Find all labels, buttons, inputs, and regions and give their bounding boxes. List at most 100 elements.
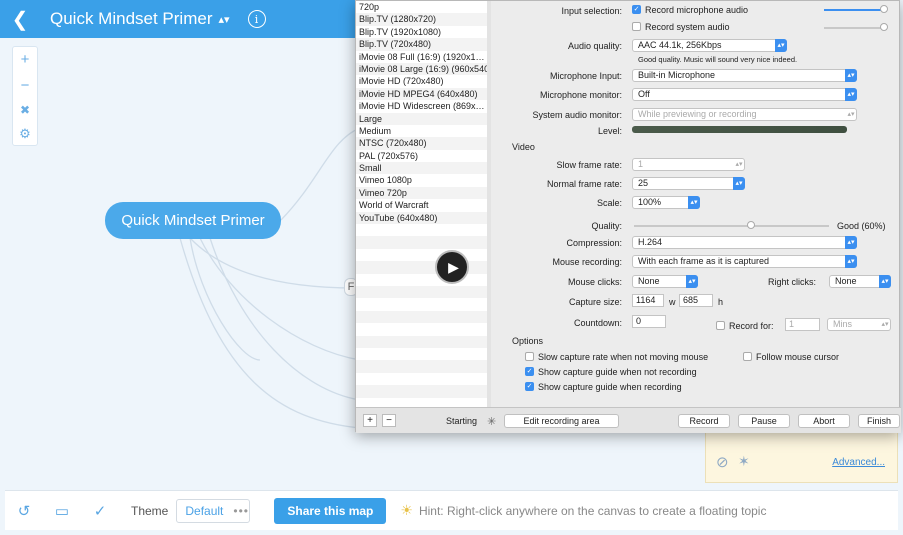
preset-item[interactable]: YouTube (640x480) (356, 211, 490, 225)
slow-frame-rate-select[interactable]: 1 ▴▾ (632, 158, 745, 171)
level-label: Level: (597, 126, 622, 136)
preset-item[interactable]: NTSC (720x480) (356, 137, 490, 150)
gear-icon[interactable]: ⚙ (19, 127, 31, 140)
presentation-icon[interactable]: ▭ (43, 502, 81, 520)
preset-item[interactable]: iMovie 08 Large (16:9) (960x540) (356, 62, 490, 76)
zoom-in-icon[interactable]: + (21, 52, 30, 67)
remove-preset-button[interactable]: − (382, 414, 396, 427)
audio-quality-select[interactable]: AAC 44.1k, 256Kbps ▴▾ (632, 39, 787, 52)
preset-item[interactable]: PAL (720x576) (356, 150, 490, 162)
theme-select[interactable]: Default ••• (176, 498, 251, 523)
screen-recorder-window: 720p Blip.TV (1280x720) Blip.TV (1920x1080… (355, 0, 901, 433)
follow-cursor-label: Follow mouse cursor (756, 352, 840, 362)
preset-item[interactable]: Vimeo 1080p (356, 174, 490, 186)
preset-list[interactable]: 720p Blip.TV (1280x720) Blip.TV (1920x1080… (356, 1, 491, 407)
preset-item[interactable]: Blip.TV (720x480) (356, 38, 490, 51)
preset-item[interactable]: iMovie HD MPEG4 (640x480) (356, 87, 490, 101)
countdown-field[interactable]: 0 (632, 315, 666, 328)
abort-button[interactable]: Abort (798, 414, 850, 428)
quality-slider[interactable] (634, 225, 829, 227)
record-mic-checkbox[interactable]: ✓ (632, 5, 641, 14)
preset-empty-row (356, 261, 490, 274)
preset-empty-row (356, 323, 490, 335)
zoom-out-icon[interactable]: − (21, 78, 30, 93)
record-for-unit-select[interactable]: Mins ▴▾ (827, 318, 891, 331)
mouse-clicks-select[interactable]: None ▴▾ (632, 275, 698, 288)
preset-empty-row (356, 310, 490, 324)
normal-frame-rate-select[interactable]: 25 ▴▾ (632, 177, 745, 190)
hint-text: Hint: Right-click anywhere on the canvas… (418, 503, 767, 518)
preset-empty-row (356, 274, 490, 286)
right-clicks-select[interactable]: None ▴▾ (829, 275, 891, 288)
theme-value: Default (185, 503, 224, 518)
share-button[interactable]: Share this map (274, 497, 387, 524)
map-title[interactable]: Quick Mindset Primer (50, 9, 212, 29)
audio-quality-label: Audio quality: (567, 41, 622, 51)
normal-frame-rate-label: Normal frame rate: (546, 179, 622, 189)
mouse-recording-select[interactable]: With each frame as it is captured ▴▾ (632, 255, 857, 268)
info-icon[interactable]: i (247, 10, 266, 28)
guide-recording-checkbox[interactable]: ✓ (525, 382, 534, 391)
quality-knob[interactable] (747, 221, 755, 229)
mic-volume-slider[interactable] (824, 9, 884, 11)
compression-select[interactable]: H.264 ▴▾ (632, 236, 857, 249)
capture-width-field[interactable]: 1164 (632, 294, 664, 307)
preset-item[interactable]: World of Warcraft (356, 199, 490, 211)
slow-capture-label: Slow capture rate when not moving mouse (538, 352, 709, 362)
preset-empty-row (356, 335, 490, 348)
quality-value: Good (60%) (837, 221, 886, 231)
add-preset-button[interactable]: + (363, 414, 377, 427)
record-system-label: Record system audio (645, 22, 730, 32)
mic-volume-knob[interactable] (880, 5, 888, 13)
preset-item[interactable]: iMovie 08 Full (16:9) (1920x1… (356, 51, 490, 63)
record-for-checkbox[interactable] (716, 321, 725, 330)
more-icon: ••• (233, 503, 249, 518)
slow-capture-checkbox[interactable] (525, 352, 534, 361)
magic-wand-icon[interactable]: ✶ (738, 453, 750, 470)
central-topic-node[interactable]: Quick Mindset Primer (105, 202, 281, 239)
preset-item[interactable]: Blip.TV (1280x720) (356, 13, 490, 26)
history-icon[interactable]: ↺ (5, 502, 43, 520)
edit-recording-area-button[interactable]: Edit recording area (504, 414, 619, 428)
preset-item[interactable]: Large (356, 112, 490, 125)
preset-empty-row (356, 360, 490, 373)
mic-input-select[interactable]: Built-in Microphone ▴▾ (632, 69, 857, 82)
system-volume-slider[interactable] (824, 27, 884, 29)
record-system-checkbox[interactable] (632, 22, 641, 31)
preset-empty-row (356, 224, 490, 236)
chevron-left-icon[interactable]: ❮ (0, 7, 40, 32)
preset-empty-row (356, 385, 490, 398)
preset-item[interactable]: Blip.TV (1920x1080) (356, 26, 490, 38)
quality-label: Quality: (591, 221, 622, 231)
system-monitor-select[interactable]: While previewing or recording ▴▾ (632, 108, 857, 121)
mic-monitor-select[interactable]: Off ▴▾ (632, 88, 857, 101)
list-scrollbar[interactable] (487, 1, 491, 407)
chevron-updown-icon[interactable]: ▴▾ (218, 13, 229, 26)
slow-frame-rate-label: Slow frame rate: (556, 160, 622, 170)
fit-map-icon[interactable]: ✖ (20, 104, 30, 116)
pause-button[interactable]: Pause (738, 414, 790, 428)
capture-size-label: Capture size: (568, 297, 622, 307)
follow-cursor-checkbox[interactable] (743, 352, 752, 361)
preset-item[interactable]: Vimeo 720p (356, 186, 490, 200)
video-section-heading: Video (512, 142, 535, 152)
preset-item[interactable]: 720p (356, 1, 490, 13)
capture-height-field[interactable]: 685 (679, 294, 713, 307)
system-volume-knob[interactable] (880, 23, 888, 31)
preset-item[interactable]: Small (356, 162, 490, 175)
checkmark-icon[interactable]: ✓ (81, 502, 119, 520)
guide-not-recording-checkbox[interactable]: ✓ (525, 367, 534, 376)
record-for-label: Record for: (729, 321, 774, 331)
countdown-label: Countdown: (573, 318, 622, 328)
no-style-icon[interactable]: ⊘ (716, 453, 729, 471)
preset-item[interactable]: iMovie HD (720x480) (356, 75, 490, 87)
record-for-field[interactable]: 1 (785, 318, 820, 331)
finish-button[interactable]: Finish (858, 414, 900, 428)
scale-select[interactable]: 100% ▴▾ (632, 196, 700, 209)
preset-item[interactable]: iMovie HD Widescreen (869x… (356, 100, 490, 112)
record-button[interactable]: Record (678, 414, 730, 428)
height-unit-label: h (718, 297, 724, 307)
preset-item[interactable]: Medium (356, 125, 490, 137)
advanced-link[interactable]: Advanced... (832, 457, 885, 468)
play-icon[interactable]: ▶ (435, 250, 469, 284)
